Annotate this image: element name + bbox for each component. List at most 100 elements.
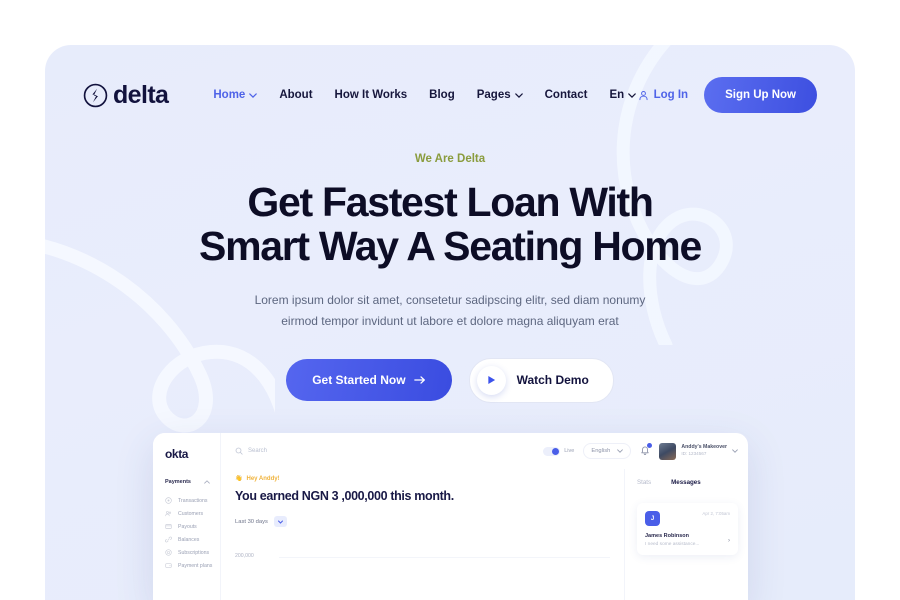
get-started-label: Get Started Now: [312, 373, 406, 388]
profile-text: Anddy's Makeover ID: 1234567: [681, 444, 727, 458]
dashboard-columns: 👋 Hey Anddy! You earned NGN 3 ,000,000 t…: [221, 469, 748, 600]
language-value: English: [591, 448, 611, 454]
nav-item-about[interactable]: About: [279, 89, 312, 101]
people-icon: [165, 511, 172, 517]
chevron-down-icon: [628, 92, 636, 98]
search-placeholder: Search: [248, 448, 268, 454]
language-select[interactable]: English: [583, 443, 632, 459]
page-root: delta Home About How It Works Blog Pages…: [0, 0, 900, 600]
sidebar-section-payments[interactable]: Payments: [165, 479, 220, 485]
sidebar-item-transactions-label: Transactions: [178, 497, 208, 504]
waving-hand-icon: 👋: [235, 476, 243, 482]
link-icon: [165, 536, 172, 543]
hero-subtitle-line-1: Lorem ipsum dolor sit amet, consetetur s…: [254, 292, 646, 307]
sidebar-item-balances-label: Balances: [178, 536, 200, 543]
nav-item-blog[interactable]: Blog: [429, 89, 455, 101]
card-icon: [165, 524, 172, 529]
nav-item-contact[interactable]: Contact: [545, 89, 588, 101]
wallet-icon: [165, 563, 172, 568]
avatar: [659, 442, 677, 460]
chart-gridline: [279, 557, 610, 558]
chevron-down-icon: [732, 449, 738, 453]
date-range-label: Last 30 days: [235, 518, 268, 525]
signup-button[interactable]: Sign Up Now: [704, 77, 817, 113]
cta-row: Get Started Now Watch Demo: [45, 357, 855, 403]
earnings-headline: You earned NGN 3 ,000,000 this month.: [235, 489, 454, 503]
okta-logo: okta: [165, 447, 189, 461]
chevron-up-icon: [204, 480, 210, 484]
delta-circle-logo-icon: [83, 83, 108, 107]
refresh-icon: [165, 549, 172, 556]
sidebar-item-customers-label: Customers: [178, 510, 204, 517]
message-sender: James Robinson: [645, 533, 690, 539]
dashboard-content: 👋 Hey Anddy! You earned NGN 3 ,000,000 t…: [221, 469, 624, 600]
sidebar-item-subscriptions[interactable]: Subscriptions: [165, 546, 220, 559]
message-time: Apr 2, 7:05am: [702, 511, 730, 516]
sidebar-item-payouts-label: Payouts: [178, 523, 197, 530]
login-button[interactable]: Log In: [638, 89, 688, 101]
greeting-label: Hey Anddy!: [246, 475, 280, 482]
notifications-button[interactable]: [640, 442, 653, 458]
greeting: 👋 Hey Anddy!: [235, 475, 624, 483]
dashboard-mockup: okta Payments Transactions Customers Pay…: [153, 433, 748, 600]
dashboard-main: Search Live English Anddy's Makeover ID:…: [221, 433, 748, 600]
hero-title-line-1: Get Fastest Loan With: [247, 179, 653, 225]
nav-item-contact-label: Contact: [544, 89, 588, 101]
message-avatar: J: [645, 511, 660, 526]
nav-item-home-label: Home: [213, 89, 246, 101]
sidebar-item-customers[interactable]: Customers: [165, 507, 220, 520]
watch-demo-button[interactable]: Watch Demo: [468, 357, 614, 403]
nav-item-pages[interactable]: Pages: [477, 89, 523, 101]
search-input[interactable]: Search: [235, 447, 385, 455]
hero-title: Get Fastest Loan With Smart Way A Seatin…: [45, 179, 855, 269]
tab-messages[interactable]: Messages: [671, 479, 701, 486]
date-range-selector[interactable]: Last 30 days: [235, 516, 624, 527]
search-icon: [235, 447, 243, 455]
sidebar-item-payment-plans-label: Payment plans: [178, 562, 213, 569]
sidebar-item-transactions[interactable]: Transactions: [165, 494, 220, 507]
live-toggle-switch[interactable]: [543, 446, 561, 456]
nav-item-blog-label: Blog: [429, 89, 455, 101]
hero-content: We Are Delta Get Fastest Loan With Smart…: [45, 153, 855, 403]
message-preview: I need some assistance...: [645, 542, 700, 547]
message-header: J Apr 2, 7:05am: [645, 511, 730, 526]
profile-menu[interactable]: Anddy's Makeover ID: 1234567: [659, 442, 738, 460]
sidebar-item-payouts[interactable]: Payouts: [165, 520, 220, 533]
chevron-down-icon: [617, 449, 624, 453]
watch-demo-label: Watch Demo: [516, 373, 589, 388]
right-panel-tabs: Stats Messages: [637, 479, 738, 486]
live-toggle-label: Live: [564, 448, 575, 454]
notification-badge: [647, 442, 653, 448]
get-started-button[interactable]: Get Started Now: [286, 359, 452, 402]
hero-card: delta Home About How It Works Blog Pages…: [45, 45, 855, 600]
sidebar-section-label: Payments: [165, 479, 191, 485]
sidebar-item-balances[interactable]: Balances: [165, 533, 220, 546]
play-icon: [476, 365, 506, 395]
arrow-right-icon: [413, 376, 425, 384]
nav-item-how-it-works[interactable]: How It Works: [335, 89, 408, 101]
tab-stats[interactable]: Stats: [637, 479, 651, 486]
nav-links: Home About How It Works Blog Pages Conta…: [213, 89, 636, 101]
nav-item-how-it-works-label: How It Works: [334, 89, 408, 101]
nav-item-pages-label: Pages: [476, 89, 511, 101]
nav-item-language-label: En: [609, 89, 625, 101]
brand-name: delta: [113, 80, 169, 109]
hero-subtitle-line-2: eirmod tempor invidunt ut labore et dolo…: [281, 313, 619, 328]
circle-dot-icon: [165, 497, 172, 504]
chevron-right-icon[interactable]: ›: [728, 538, 730, 544]
message-card[interactable]: J Apr 2, 7:05am James Robinson I need so…: [637, 503, 738, 555]
dashboard-sidebar: okta Payments Transactions Customers Pay…: [153, 433, 221, 600]
brand-logo[interactable]: delta: [83, 80, 169, 110]
nav-item-home[interactable]: Home: [213, 89, 258, 101]
dashboard-topbar-right: Live English Anddy's Makeover ID: 123456…: [543, 442, 738, 460]
nav-item-about-label: About: [279, 89, 313, 101]
dashboard-topbar: Search Live English Anddy's Makeover ID:…: [221, 433, 748, 469]
live-toggle[interactable]: Live: [543, 446, 575, 456]
hero-subtitle: Lorem ipsum dolor sit amet, consetetur s…: [45, 290, 855, 332]
dashboard-right-panel: Stats Messages J Apr 2, 7:05am James Rob…: [624, 469, 748, 600]
hero-eyebrow: We Are Delta: [414, 153, 486, 165]
chevron-down-icon: [249, 92, 258, 98]
nav-item-language[interactable]: En: [609, 89, 636, 101]
date-range-caret-button[interactable]: [273, 516, 287, 527]
sidebar-item-payment-plans[interactable]: Payment plans: [165, 559, 220, 572]
